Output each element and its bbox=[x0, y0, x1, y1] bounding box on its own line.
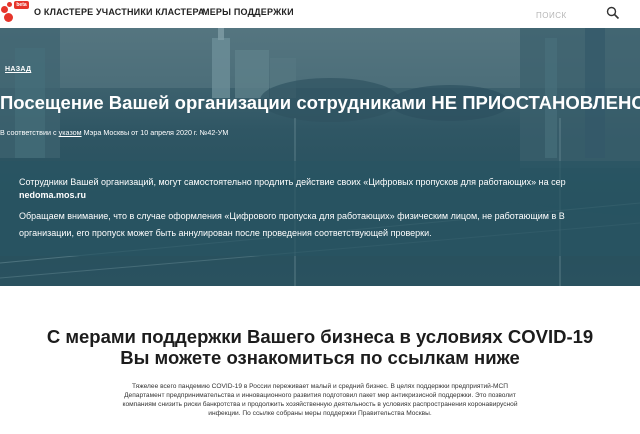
support-subheading: Вы можете ознакомиться по ссылкам ниже bbox=[120, 347, 520, 368]
beta-badge: beta bbox=[14, 1, 29, 9]
intro-line: инфекции. По ссылке собраны меры поддерж… bbox=[208, 410, 432, 417]
nav-support-measures[interactable]: МЕРЫ ПОДДЕРЖКИ bbox=[202, 7, 294, 17]
decree-suffix: Мэра Москвы от 10 апреля 2020 г. №42-УМ bbox=[81, 128, 229, 137]
support-heading: С мерами поддержки Вашего бизнеса в усло… bbox=[46, 326, 594, 347]
info-text-warning-cont: организации, его пропуск может быть анну… bbox=[19, 228, 432, 238]
intro-line: Тяжелее всего пандемию COVID-19 в России… bbox=[131, 383, 509, 390]
decree-prefix: В соответствии с bbox=[0, 128, 59, 137]
top-navigation-bar: beta О КЛАСТЕРЕ УЧАСТНИКИ КЛАСТЕРА МЕРЫ … bbox=[0, 0, 640, 28]
intro-line: компаниям снизить риски банкротства и пр… bbox=[122, 401, 518, 408]
page-title: Посещение Вашей организации сотрудниками… bbox=[0, 92, 640, 113]
info-panel bbox=[0, 161, 640, 256]
info-text-renewal: Сотрудники Вашей организаций, могут само… bbox=[19, 177, 566, 187]
nav-about-cluster[interactable]: О КЛАСТЕРЕ bbox=[34, 7, 93, 17]
nav-cluster-members[interactable]: УЧАСТНИКИ КЛАСТЕРА bbox=[96, 7, 205, 17]
site-logo[interactable]: beta bbox=[0, 0, 29, 26]
info-text-warning: Обращаем внимание, что в случае оформлен… bbox=[19, 211, 565, 221]
decree-link[interactable]: указом bbox=[59, 128, 82, 137]
decree-note: В соответствии с указом Мэра Москвы от 1… bbox=[0, 128, 228, 137]
nedoma-link[interactable]: nedoma.mos.ru bbox=[19, 190, 86, 200]
back-link[interactable]: НАЗАД bbox=[5, 66, 31, 73]
search-box bbox=[536, 5, 620, 22]
search-input[interactable] bbox=[536, 9, 592, 22]
hero-banner: НАЗАД Посещение Вашей организации сотруд… bbox=[0, 28, 640, 286]
support-intro-text: Тяжелее всего пандемию COVID-19 в России… bbox=[100, 382, 540, 418]
search-icon[interactable] bbox=[606, 6, 620, 20]
intro-line: Департамент предпринимательства и иннова… bbox=[124, 392, 516, 399]
